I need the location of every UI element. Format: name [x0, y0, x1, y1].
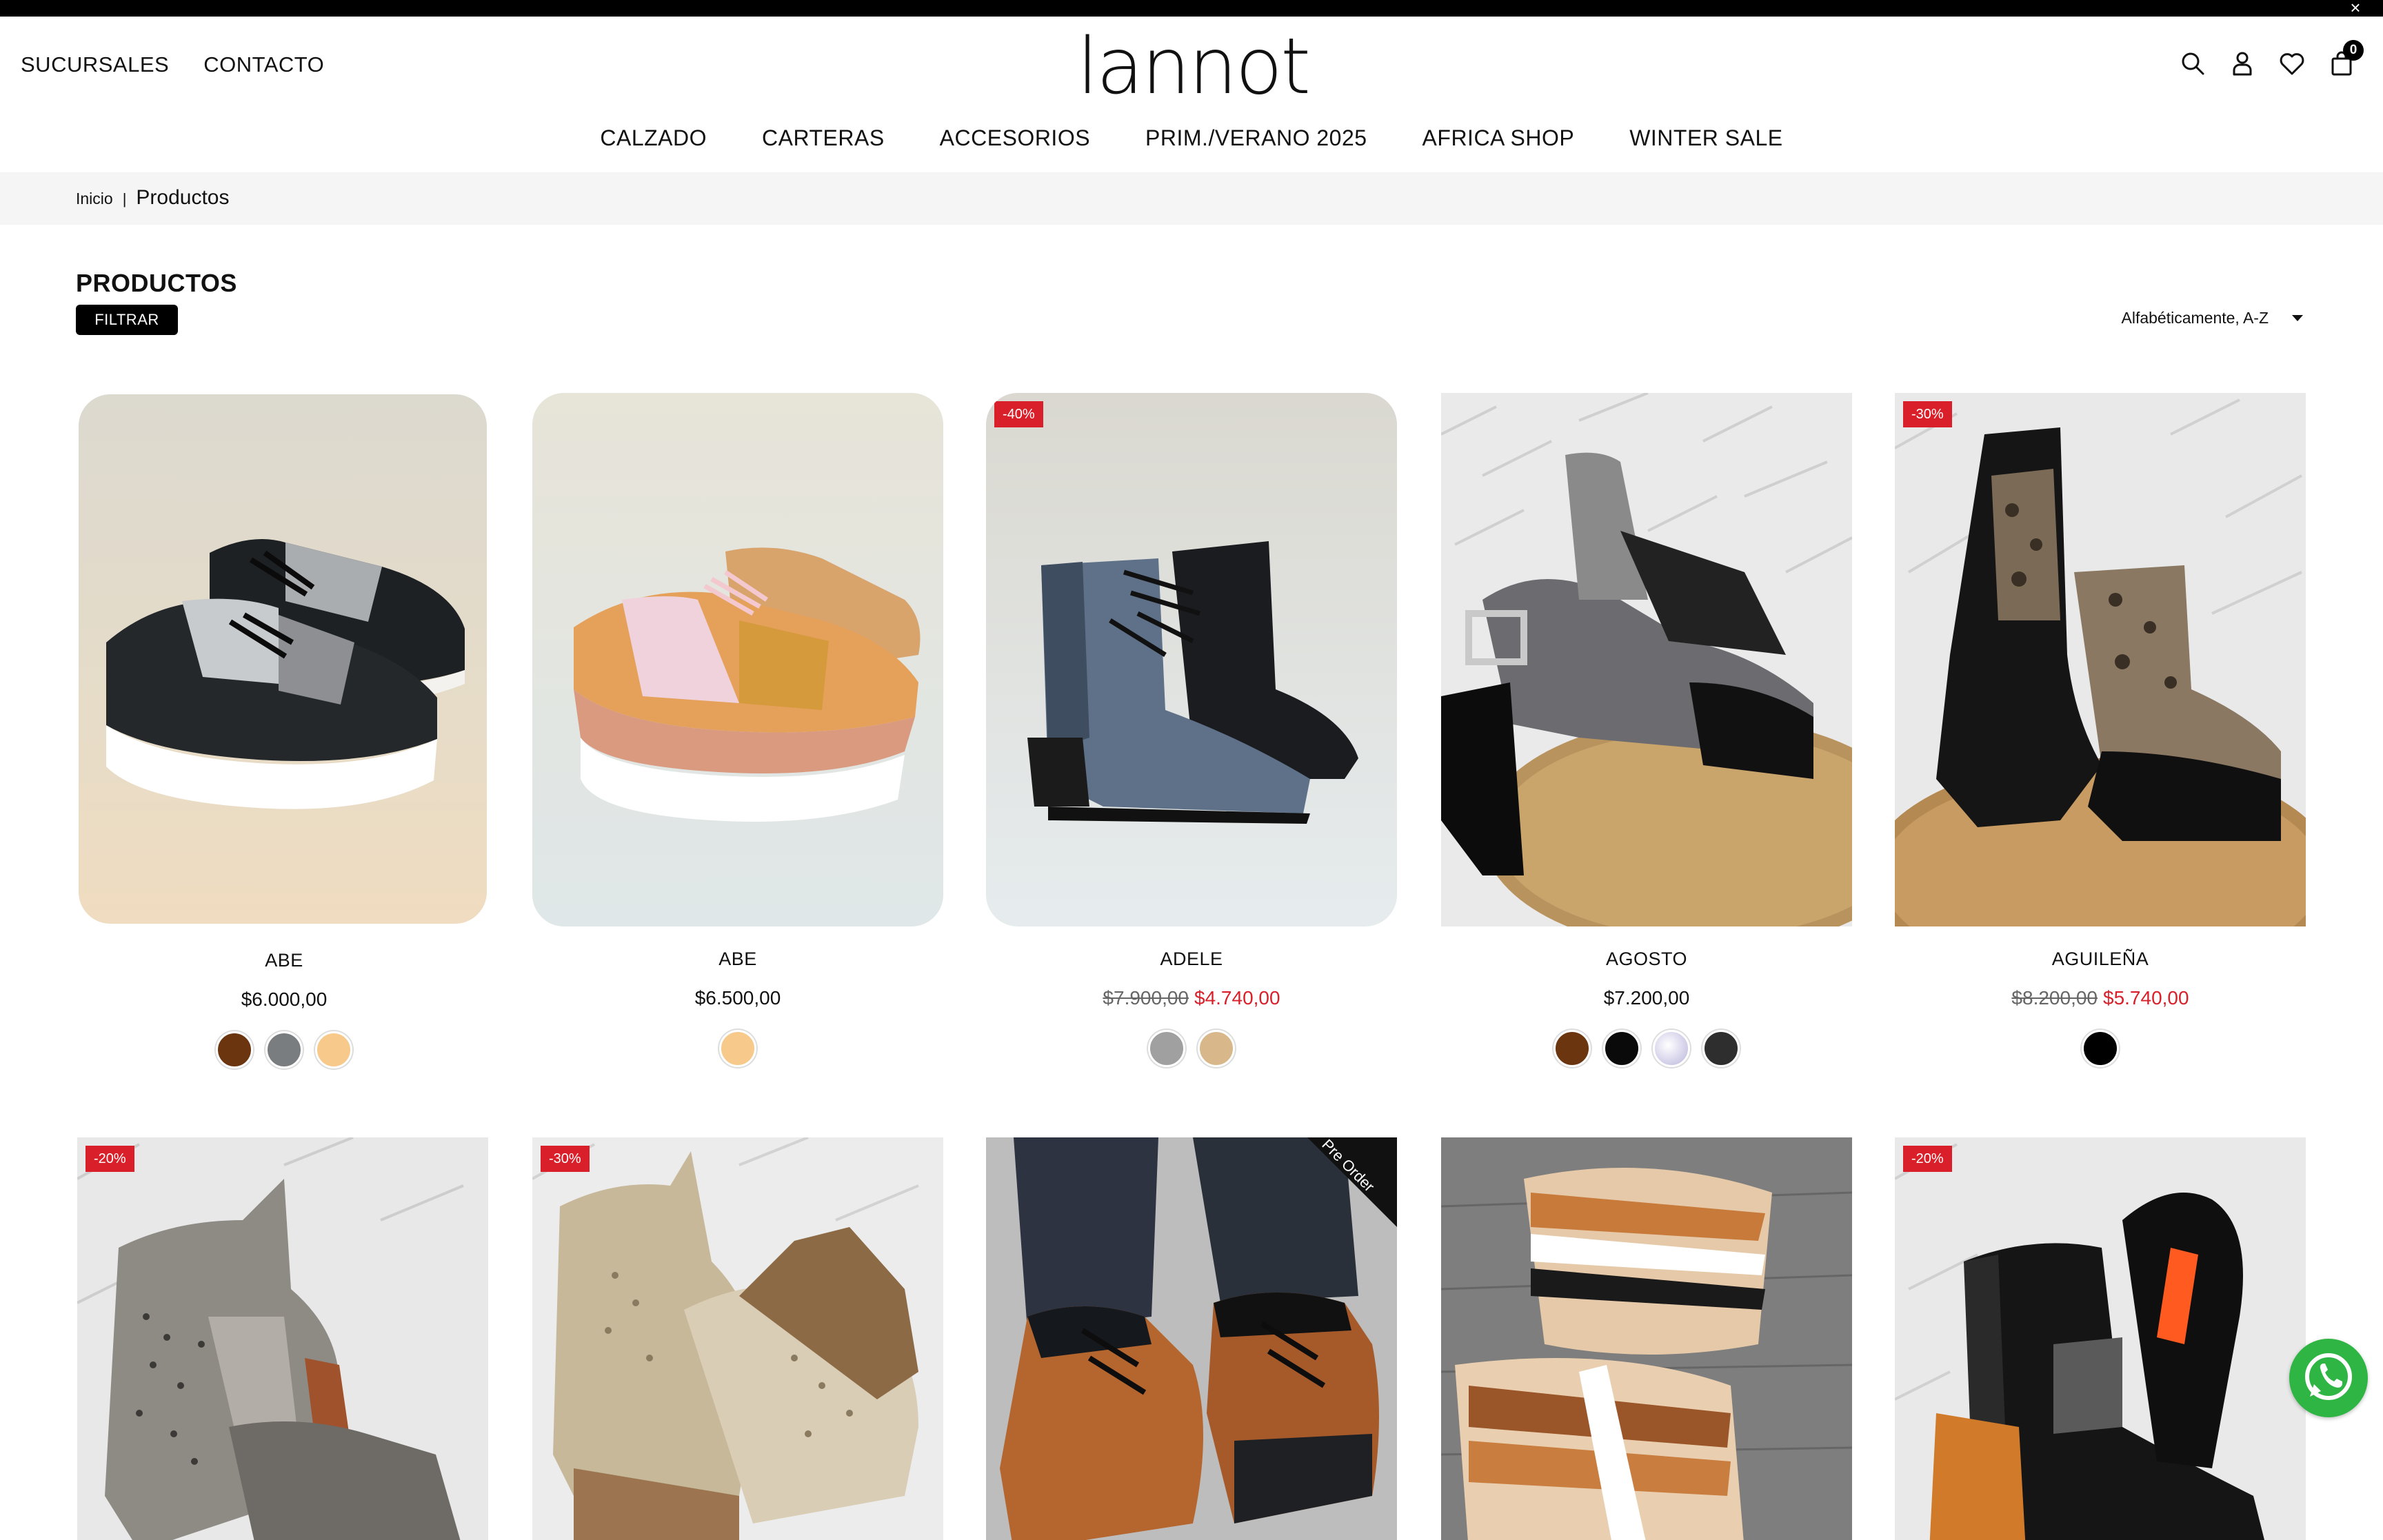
product-price: $7.900,00 $4.740,00: [986, 987, 1397, 1009]
whatsapp-chat-button[interactable]: [2289, 1339, 2368, 1417]
discount-badge: -40%: [994, 401, 1043, 427]
product-name[interactable]: AGOSTO: [1441, 949, 1852, 970]
product-price: $6.500,00: [694, 987, 781, 1009]
nav-calzado[interactable]: CALZADO: [600, 125, 707, 151]
product-image-metallic-sandal[interactable]: [1441, 393, 1852, 926]
color-swatch-grey[interactable]: [265, 1031, 303, 1068]
color-swatch-black[interactable]: [2082, 1030, 2119, 1067]
breadcrumb: Inicio | Productos: [0, 172, 2383, 225]
product-name[interactable]: ABE: [79, 950, 490, 971]
product-image-silver-black-sneakers[interactable]: [79, 394, 487, 924]
color-swatches: [986, 1030, 1397, 1067]
color-swatch-beige[interactable]: [1198, 1030, 1235, 1067]
brand-logo[interactable]: lannot: [1062, 28, 1324, 105]
color-swatch-charcoal[interactable]: [1702, 1030, 1740, 1067]
color-swatch-iridescent[interactable]: [1653, 1030, 1690, 1067]
breadcrumb-separator: |: [122, 190, 127, 207]
nav-accesorios[interactable]: ACCESORIOS: [940, 125, 1090, 151]
account-icon[interactable]: [2229, 50, 2256, 77]
discount-badge: -20%: [86, 1146, 134, 1172]
nav-winter-sale[interactable]: WINTER SALE: [1629, 125, 1782, 151]
color-swatch-black[interactable]: [1603, 1030, 1640, 1067]
search-icon[interactable]: [2179, 50, 2206, 77]
product-image-leopard-ankle-boot[interactable]: -30%: [1895, 393, 2306, 926]
site-header: SUCURSALES CONTACTO lannot 0 CALZADO CAR…: [0, 17, 2383, 172]
product-price: $7.200,00: [1603, 987, 1690, 1009]
product-image-perforated-silver-boot[interactable]: -20%: [77, 1137, 488, 1540]
main-nav: CALZADO CARTERAS ACCESORIOS PRIM./VERANO…: [0, 125, 2383, 151]
product-price: $8.200,00 $5.740,00: [1895, 987, 2306, 1009]
product-name[interactable]: AGUILEÑA: [1895, 949, 2306, 970]
header-left-links: SUCURSALES CONTACTO: [21, 52, 324, 77]
header-icons: 0: [2179, 40, 2364, 77]
old-price: $7.900,00: [1103, 987, 1189, 1009]
breadcrumb-home[interactable]: Inicio: [76, 190, 113, 208]
product-image-pink-mustard-sneakers[interactable]: [532, 393, 943, 926]
close-icon[interactable]: ×: [2347, 0, 2364, 17]
nav-africa-shop[interactable]: AFRICA SHOP: [1422, 125, 1575, 151]
color-swatch-grey[interactable]: [1148, 1030, 1185, 1067]
discount-badge: -30%: [1903, 401, 1952, 427]
cart-count-badge: 0: [2343, 40, 2364, 61]
product-image-tan-laced-sneaker[interactable]: Pre Order: [986, 1137, 1397, 1540]
whatsapp-icon: [2305, 1353, 2352, 1400]
nav-primavera-verano[interactable]: PRIM./VERANO 2025: [1145, 125, 1367, 151]
color-swatches: [1895, 1030, 2306, 1067]
chevron-down-icon: [2292, 315, 2303, 321]
color-swatches: [1441, 1030, 1852, 1067]
product-name[interactable]: ABE: [532, 949, 943, 970]
sort-select[interactable]: Alfabéticamente, A-Z: [2121, 309, 2303, 327]
old-price: $8.200,00: [2011, 987, 2098, 1009]
product-image-beige-perforated-boot[interactable]: -30%: [532, 1137, 943, 1540]
color-swatch-brown[interactable]: [1554, 1030, 1591, 1067]
cart-bag-icon[interactable]: 0: [2328, 40, 2364, 77]
link-contacto[interactable]: CONTACTO: [203, 52, 324, 77]
color-swatches: [532, 1030, 943, 1067]
product-image-black-western-boot[interactable]: -20%: [1895, 1137, 2306, 1540]
link-sucursales[interactable]: SUCURSALES: [21, 52, 169, 77]
wishlist-heart-icon[interactable]: [2278, 50, 2306, 77]
page-title: PRODUCTOS: [76, 269, 237, 297]
product-image-strappy-brown-sandal[interactable]: [1441, 1137, 1852, 1540]
announcement-bar: ×: [0, 0, 2383, 17]
color-swatch-peach[interactable]: [315, 1031, 352, 1068]
product-price: $6.000,00: [241, 989, 328, 1010]
product-name[interactable]: ADELE: [986, 949, 1397, 970]
filter-button[interactable]: FILTRAR: [76, 305, 178, 335]
color-swatches: [79, 1031, 490, 1068]
sort-label: Alfabéticamente, A-Z: [2121, 309, 2269, 327]
sale-price: $5.740,00: [2103, 987, 2189, 1009]
discount-badge: -30%: [541, 1146, 590, 1172]
color-swatch-brown[interactable]: [216, 1031, 253, 1068]
sale-price: $4.740,00: [1194, 987, 1280, 1009]
nav-carteras[interactable]: CARTERAS: [762, 125, 885, 151]
breadcrumb-current: Productos: [136, 186, 230, 209]
color-swatch-peach[interactable]: [719, 1030, 756, 1067]
product-image-blue-suede-boot[interactable]: -40%: [986, 393, 1397, 926]
discount-badge: -20%: [1903, 1146, 1952, 1172]
